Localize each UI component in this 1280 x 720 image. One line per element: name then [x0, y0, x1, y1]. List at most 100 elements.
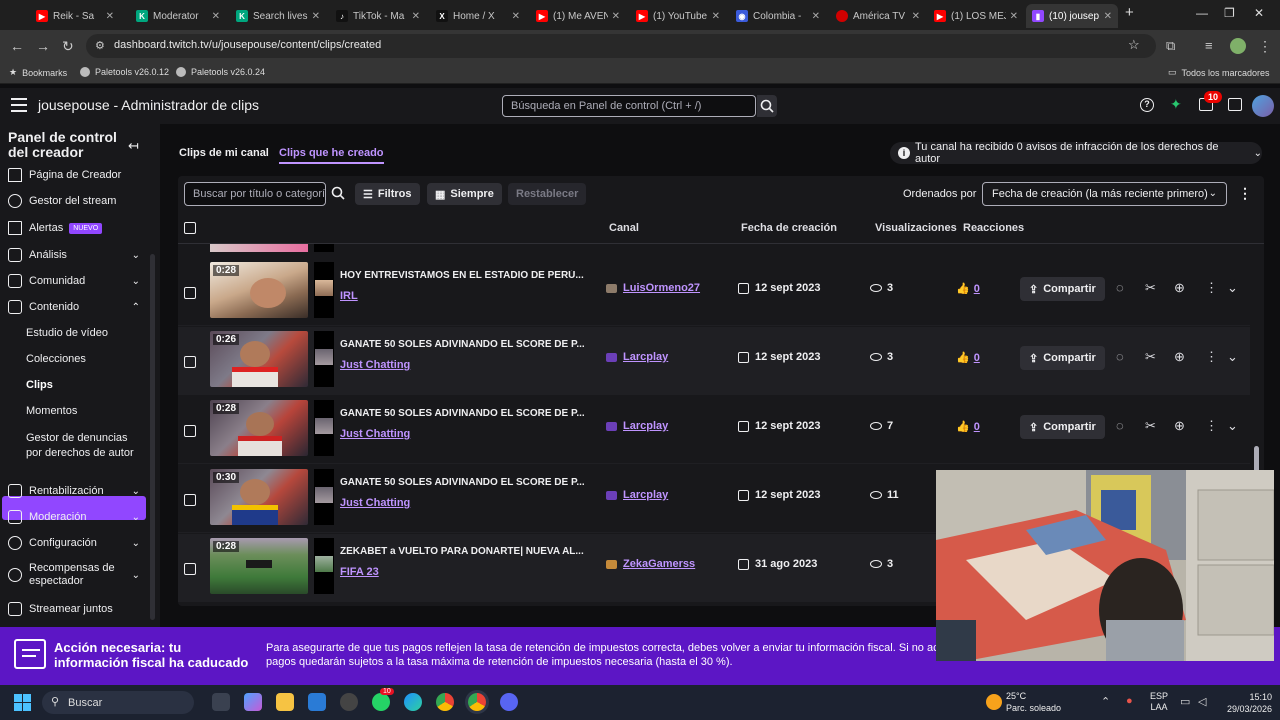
- chrome-active-icon[interactable]: [468, 693, 486, 711]
- clip-category[interactable]: IRL: [340, 290, 358, 302]
- row-checkbox[interactable]: [184, 563, 196, 575]
- reload-icon[interactable]: ↻: [62, 38, 74, 55]
- star-icon[interactable]: ☆: [1128, 37, 1140, 53]
- sidebar-item-community[interactable]: Comunidad ⌄: [8, 270, 150, 292]
- close-window-button[interactable]: ✕: [1254, 6, 1264, 20]
- minimize-button[interactable]: —: [1196, 6, 1208, 20]
- whatsapp-icon[interactable]: [372, 693, 390, 711]
- collapse-sidebar-icon[interactable]: ↤: [128, 138, 139, 154]
- clip-channel[interactable]: Larcplay: [606, 489, 668, 501]
- edge-icon[interactable]: [404, 693, 422, 711]
- app-icon[interactable]: [340, 693, 358, 711]
- browser-tab[interactable]: ▶ (1) YouTube ✕: [630, 4, 726, 28]
- share-button[interactable]: ⇪ Compartir: [1020, 346, 1105, 370]
- weather-widget[interactable]: 25°C Parc. soleado: [1006, 690, 1061, 714]
- dashboard-search[interactable]: [502, 95, 756, 117]
- clip-category[interactable]: FIFA 23: [340, 566, 379, 578]
- row-checkbox[interactable]: [184, 425, 196, 437]
- search-input[interactable]: [503, 96, 755, 116]
- url-bar[interactable]: ⚙ dashboard.twitch.tv/u/jousepouse/conte…: [86, 34, 1156, 58]
- reset-button[interactable]: Restablecer: [508, 183, 587, 205]
- browser-tab[interactable]: ▶ Reik - Sa ✕: [30, 4, 120, 28]
- close-icon[interactable]: ✕: [312, 11, 320, 22]
- close-icon[interactable]: ✕: [106, 11, 114, 22]
- row-checkbox[interactable]: [184, 287, 196, 299]
- chrome-icon[interactable]: [436, 693, 454, 711]
- clip-thumbnail[interactable]: 0:28: [210, 400, 308, 456]
- help-icon[interactable]: ?: [1140, 98, 1154, 112]
- clip-search[interactable]: [184, 182, 326, 206]
- close-icon[interactable]: ✕: [1104, 11, 1112, 22]
- clip-title[interactable]: GANATE 50 SOLES ADIVINANDO EL SCORE DE P…: [340, 477, 590, 488]
- clip-category[interactable]: Just Chatting: [340, 497, 410, 509]
- table-row[interactable]: 0:28 HOY ENTREVISTAMOS EN EL ESTADIO DE …: [178, 258, 1250, 326]
- clip-title[interactable]: GANATE 50 SOLES ADIVINANDO EL SCORE DE P…: [340, 408, 590, 419]
- scissors-icon[interactable]: ✂: [1145, 418, 1156, 434]
- sidebar-item-viewer-rewards[interactable]: Recompensas de espectador ⌄: [8, 560, 150, 590]
- whispers-icon[interactable]: [1228, 98, 1242, 111]
- browser-tab[interactable]: ◉ Colombia - ✕: [730, 4, 826, 28]
- menu-kebab-icon[interactable]: ⋮: [1258, 38, 1272, 55]
- url-text[interactable]: dashboard.twitch.tv/u/jousepouse/content…: [114, 39, 381, 51]
- taskbar-search[interactable]: ⚲ Buscar: [42, 691, 194, 714]
- profile-avatar[interactable]: [1230, 38, 1246, 54]
- loading-icon[interactable]: ◌: [1116, 418, 1124, 433]
- select-all-checkbox[interactable]: [184, 222, 196, 234]
- date-range-button[interactable]: ▦ Siempre: [427, 183, 502, 205]
- language-indicator[interactable]: ESP LAA: [1150, 691, 1168, 713]
- clip-category[interactable]: Just Chatting: [340, 428, 410, 440]
- close-icon[interactable]: ✕: [412, 11, 420, 22]
- browser-tab[interactable]: K Moderator ✕: [130, 4, 226, 28]
- new-tab-button[interactable]: +: [1125, 4, 1134, 21]
- user-avatar[interactable]: [1252, 95, 1274, 117]
- task-view-icon[interactable]: [212, 693, 230, 711]
- microphone-icon[interactable]: ●: [1126, 695, 1133, 707]
- browser-tab[interactable]: ▶ (1) Me AVEN ✕: [530, 4, 626, 28]
- clip-title[interactable]: GANATE 50 SOLES ADIVINANDO EL SCORE DE P…: [340, 339, 590, 350]
- more-options-icon[interactable]: ⋮: [1205, 349, 1218, 365]
- clip-reactions[interactable]: 👍 0: [956, 420, 980, 434]
- hamburger-menu-icon[interactable]: [11, 98, 27, 112]
- network-icon[interactable]: ▭: [1180, 695, 1190, 708]
- sidebar-item-stream-manager[interactable]: Gestor del stream: [8, 190, 150, 212]
- scissors-icon[interactable]: ✂: [1145, 280, 1156, 296]
- store-icon[interactable]: [308, 693, 326, 711]
- tab-created-clips[interactable]: Clips que he creado: [279, 147, 384, 164]
- sidebar-item-stream-together[interactable]: Streamear juntos: [8, 598, 150, 620]
- add-circle-icon[interactable]: ⊕: [1174, 280, 1185, 296]
- sidebar-subitem-copyright-manager[interactable]: Gestor de denuncias por derechos de auto…: [26, 431, 144, 460]
- discord-icon[interactable]: [500, 693, 518, 711]
- loading-icon[interactable]: ◌: [1116, 280, 1124, 295]
- forward-arrow-icon[interactable]: →: [36, 38, 50, 54]
- volume-icon[interactable]: ◁: [1198, 695, 1206, 708]
- clip-thumbnail[interactable]: 0:28: [210, 262, 308, 318]
- chevron-up-icon[interactable]: ⌃: [1101, 695, 1110, 708]
- browser-tab-active[interactable]: ▮ (10) jousep ✕: [1026, 4, 1118, 28]
- browser-tab[interactable]: ▶ (1) LOS MEJ ✕: [928, 4, 1024, 28]
- search-icon[interactable]: [330, 185, 346, 204]
- extensions-icon[interactable]: ⧉: [1166, 38, 1175, 54]
- browser-tab[interactable]: ♪ TikTok - Ma ✕: [330, 4, 426, 28]
- all-bookmarks[interactable]: ▭ Todos los marcadores: [1168, 67, 1270, 78]
- sidebar-subitem-collections[interactable]: Colecciones: [26, 353, 144, 365]
- chevron-down-icon[interactable]: ⌄: [1227, 349, 1238, 365]
- clip-channel[interactable]: Larcplay: [606, 351, 668, 363]
- row-checkbox[interactable]: [184, 494, 196, 506]
- close-icon[interactable]: ✕: [1010, 11, 1018, 22]
- share-button[interactable]: ⇪ Compartir: [1020, 277, 1105, 301]
- close-icon[interactable]: ✕: [812, 11, 820, 22]
- taskbar-clock[interactable]: 15:10 29/03/2026: [1224, 691, 1272, 715]
- clip-channel[interactable]: ZekaGamerss: [606, 558, 695, 570]
- sidebar-item-creator-page[interactable]: Página de Creador: [8, 164, 150, 186]
- windows-start-icon[interactable]: [14, 694, 31, 711]
- clip-reactions[interactable]: 👍 0: [956, 282, 980, 296]
- chevron-down-icon[interactable]: ⌄: [1227, 418, 1238, 434]
- add-circle-icon[interactable]: ⊕: [1174, 349, 1185, 365]
- site-info-icon[interactable]: ⚙: [95, 39, 105, 52]
- share-button[interactable]: ⇪ Compartir: [1020, 415, 1105, 439]
- sidebar-item-settings[interactable]: Configuración ⌄: [8, 532, 150, 554]
- clip-category[interactable]: Just Chatting: [340, 359, 410, 371]
- clip-thumbnail[interactable]: 0:26: [210, 331, 308, 387]
- clip-search-input[interactable]: [185, 183, 325, 205]
- file-explorer-icon[interactable]: [276, 693, 294, 711]
